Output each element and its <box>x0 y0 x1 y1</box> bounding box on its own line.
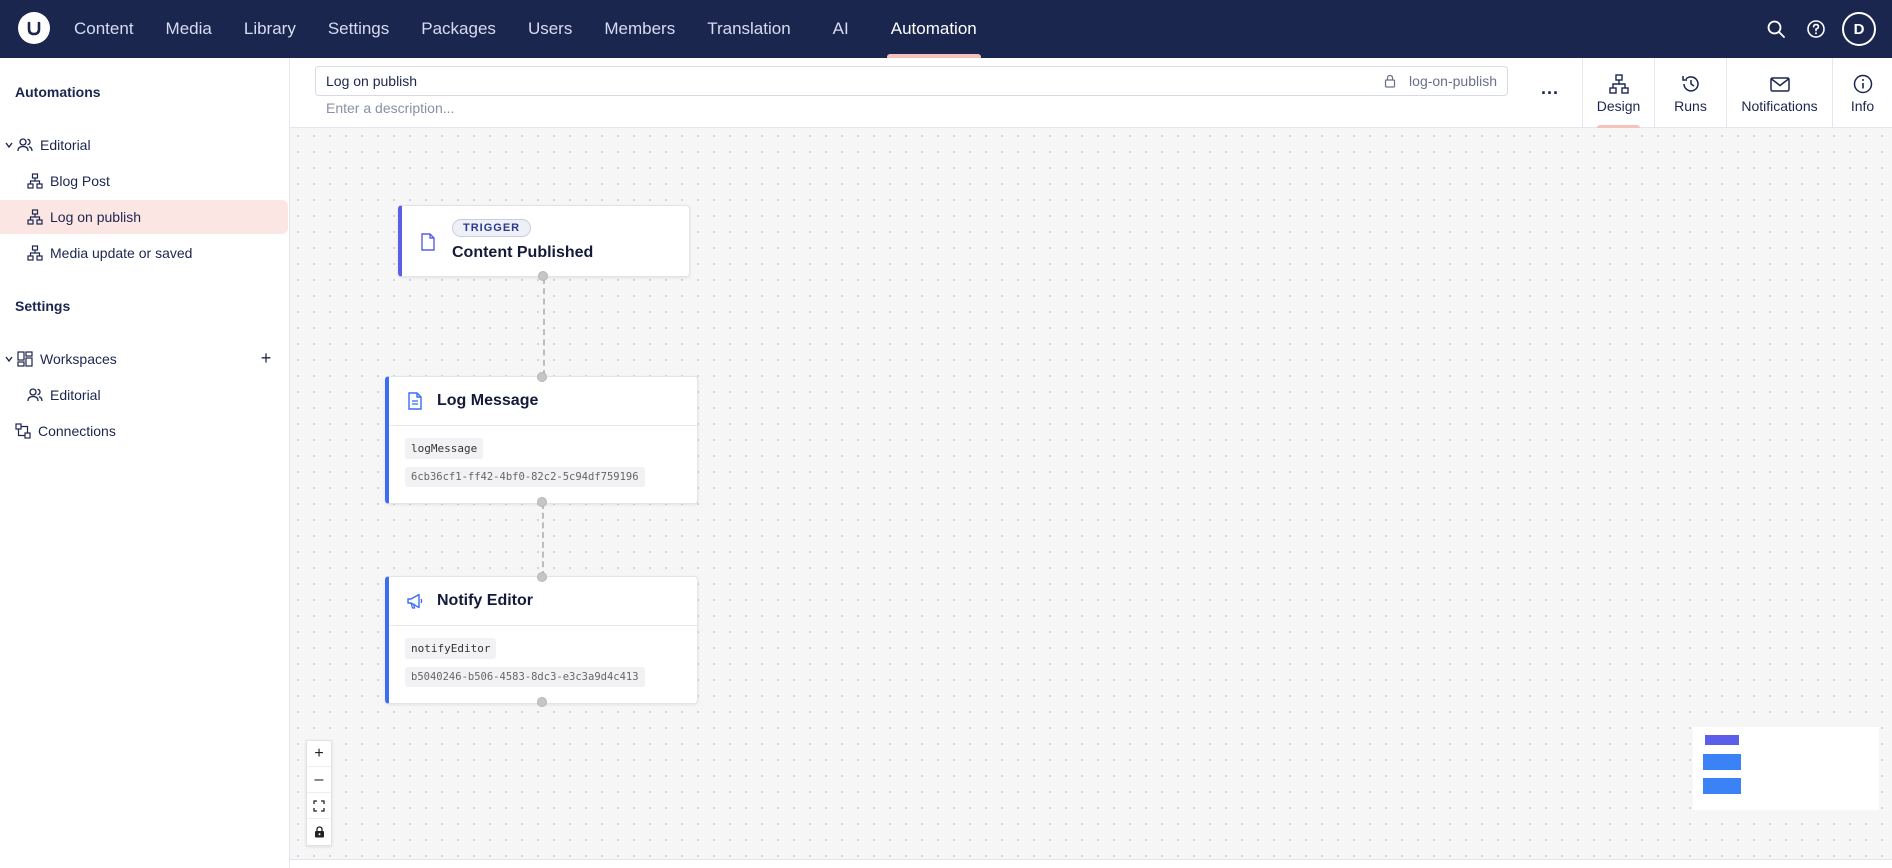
top-right-tools: D <box>1756 0 1892 58</box>
notify-editor-alias: notifyEditor <box>405 638 497 659</box>
help-icon[interactable] <box>1796 9 1836 49</box>
edge-log-notify <box>542 503 544 577</box>
tab-design[interactable]: Design <box>1582 58 1654 128</box>
sidebar-item-workspace-editorial[interactable]: Editorial <box>0 378 288 412</box>
alias-field[interactable]: log-on-publish <box>1383 67 1497 95</box>
trigger-title: Content Published <box>452 244 594 261</box>
nav-media[interactable]: Media <box>150 0 228 58</box>
notify-editor-id: b5040246-b506-4583-8dc3-e3c3a9d4c413 <box>405 667 645 687</box>
trigger-badge: TRIGGER <box>452 219 532 237</box>
minimap-trigger-node <box>1705 735 1739 745</box>
main-sections: Content Media Library Settings Packages … <box>58 0 993 58</box>
document-icon <box>418 232 438 252</box>
mail-icon <box>1769 72 1791 96</box>
edge-trigger-log <box>543 278 545 376</box>
lock-icon <box>314 826 324 838</box>
sidebar-item-label: Editorial <box>50 387 101 403</box>
megaphone-icon <box>405 591 425 611</box>
trigger-output-handle[interactable] <box>538 271 548 281</box>
lock-icon[interactable] <box>1383 74 1397 88</box>
tab-notifications[interactable]: Notifications <box>1726 58 1832 128</box>
logo-icon <box>27 21 41 36</box>
user-avatar[interactable]: D <box>1842 12 1876 46</box>
sidebar-item-blog-post[interactable]: Blog Post <box>0 164 288 198</box>
fit-view-icon <box>313 799 325 812</box>
notify-editor-node[interactable]: Notify Editor notifyEditor b5040246-b506… <box>385 576 698 704</box>
tab-label: Design <box>1596 98 1641 114</box>
workflow-icon <box>26 244 44 262</box>
zoom-in-button[interactable]: + <box>307 741 331 767</box>
log-message-node[interactable]: Log Message logMessage 6cb36cf1-ff42-4bf… <box>385 376 698 504</box>
sidebar: Automations Editorial Blog Post Log on p… <box>0 58 290 868</box>
tab-label: Runs <box>1674 98 1707 114</box>
tab-info[interactable]: Info <box>1832 58 1892 128</box>
description-input[interactable]: Enter a description... <box>326 100 454 116</box>
tree-item-label: Workspaces <box>40 351 117 367</box>
automation-header: Log on publish log-on-publish Enter a de… <box>290 58 1892 128</box>
users-icon <box>16 136 34 154</box>
umbraco-logo[interactable] <box>18 12 50 44</box>
minimap-log-node <box>1703 754 1741 770</box>
history-icon <box>1680 72 1702 96</box>
sidebar-item-label: Log on publish <box>50 209 142 225</box>
sidebar-item-label: Connections <box>38 423 116 439</box>
nav-users[interactable]: Users <box>512 0 588 58</box>
top-nav: Content Media Library Settings Packages … <box>0 0 1892 58</box>
log-message-id: 6cb36cf1-ff42-4bf0-82c2-5c94df759196 <box>405 467 645 487</box>
workflow-icon <box>26 208 44 226</box>
notify-input-handle[interactable] <box>537 572 547 582</box>
nav-translation[interactable]: Translation <box>691 0 806 58</box>
nav-packages[interactable]: Packages <box>405 0 512 58</box>
nav-library[interactable]: Library <box>228 0 312 58</box>
notify-output-handle[interactable] <box>537 697 547 707</box>
sidebar-item-log-on-publish[interactable]: Log on publish <box>0 200 288 234</box>
info-icon <box>1852 72 1874 96</box>
lock-canvas-button[interactable] <box>307 819 331 845</box>
sidebar-item-media-update[interactable]: Media update or saved <box>0 236 288 270</box>
sidebar-item-connections[interactable]: Connections <box>0 414 288 448</box>
users-icon <box>26 386 44 404</box>
tree-item-label: Editorial <box>40 137 91 153</box>
alias-value: log-on-publish <box>1409 73 1497 89</box>
tab-label: Notifications <box>1741 98 1818 114</box>
tab-label: Info <box>1850 98 1875 114</box>
sidebar-item-label: Blog Post <box>50 173 110 189</box>
log-document-icon <box>405 391 425 411</box>
log-message-alias: logMessage <box>405 438 484 459</box>
zoom-controls: + – <box>306 740 332 846</box>
nav-settings[interactable]: Settings <box>312 0 405 58</box>
log-input-handle[interactable] <box>537 372 547 382</box>
workflow-icon <box>26 172 44 190</box>
fit-view-button[interactable] <box>307 793 331 819</box>
automations-heading: Automations <box>15 84 101 100</box>
tree-item-editorial[interactable]: Editorial <box>0 128 288 162</box>
automation-name-field[interactable]: Log on publish log-on-publish <box>315 66 1508 96</box>
workflow-icon <box>1608 72 1630 96</box>
connection-icon <box>14 422 32 440</box>
log-output-handle[interactable] <box>537 497 547 507</box>
log-message-title: Log Message <box>437 392 539 409</box>
name-value: Log on publish <box>326 73 418 89</box>
search-icon[interactable] <box>1756 9 1796 49</box>
minimap[interactable] <box>1693 727 1879 810</box>
settings-heading: Settings <box>15 298 71 314</box>
chevron-down-icon[interactable] <box>2 140 16 150</box>
more-actions-button[interactable]: ... <box>1538 78 1562 102</box>
view-tabs: Design Runs Notifications Info <box>1582 58 1892 128</box>
nav-automation[interactable]: Automation <box>875 0 993 58</box>
add-workspace-icon[interactable]: + <box>258 349 274 367</box>
nav-content[interactable]: Content <box>58 0 150 58</box>
nav-ai[interactable]: AI <box>807 0 875 58</box>
tree-item-workspaces[interactable]: Workspaces + <box>0 342 288 376</box>
sidebar-item-label: Media update or saved <box>50 245 193 261</box>
chevron-down-icon[interactable] <box>2 354 16 364</box>
zoom-out-button[interactable]: – <box>307 767 331 793</box>
dashboard-icon <box>16 350 34 368</box>
minimap-notify-node <box>1703 778 1741 794</box>
nav-members[interactable]: Members <box>588 0 691 58</box>
notify-editor-title: Notify Editor <box>437 592 533 609</box>
tab-runs[interactable]: Runs <box>1654 58 1726 128</box>
trigger-node[interactable]: TRIGGER Content Published <box>398 205 690 277</box>
